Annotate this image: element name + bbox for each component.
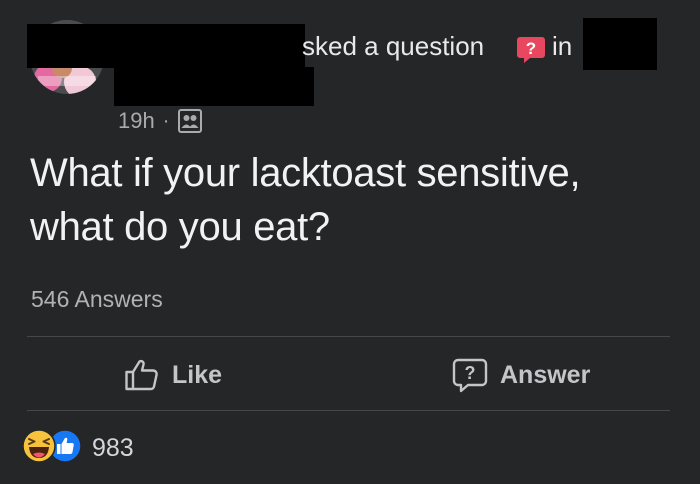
answer-label: Answer [500, 360, 591, 389]
redacted-author-name-continued [114, 67, 314, 106]
question-text: What if your lacktoast sensitive, what d… [30, 146, 670, 254]
answers-count[interactable]: 546 Answers [31, 284, 163, 314]
meta-separator: · [162, 109, 170, 132]
post-timestamp[interactable]: 19h [118, 108, 155, 134]
post-meta: 19h · [118, 104, 203, 138]
question-badge-icon: ? [516, 34, 546, 64]
question-bubble-icon: ? [452, 357, 488, 393]
question-line-2: what do you eat? [30, 205, 330, 249]
like-label: Like [172, 360, 223, 389]
redacted-group-name [583, 18, 657, 70]
divider-top [27, 336, 670, 337]
reactions-summary[interactable]: 983 [22, 428, 134, 468]
divider-bottom [27, 410, 670, 411]
thumbs-up-icon [124, 358, 160, 392]
reaction-count: 983 [92, 433, 134, 462]
post-in-text: in [552, 31, 573, 61]
answer-button[interactable]: ? Answer [452, 354, 590, 396]
question-line-1: What if your lacktoast sensitive, [30, 151, 581, 195]
haha-reaction-icon [22, 428, 56, 468]
group-icon [177, 108, 203, 134]
svg-text:?: ? [526, 39, 536, 58]
redacted-author-name [27, 24, 305, 68]
like-button[interactable]: Like [124, 354, 222, 396]
post-action-text: sked a question [302, 31, 485, 61]
svg-text:?: ? [465, 363, 476, 383]
